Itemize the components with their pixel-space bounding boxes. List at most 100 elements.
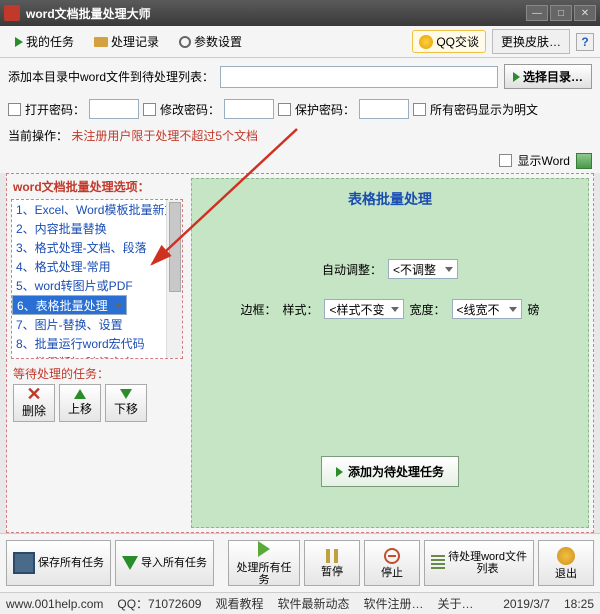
x-icon: ✕ — [26, 387, 41, 401]
plain-pw-checkbox[interactable] — [413, 103, 426, 116]
close-button[interactable]: ✕ — [574, 5, 596, 21]
current-op-row: 当前操作： 未注册用户限于处理不超过5个文档 — [0, 123, 600, 148]
import-all-button[interactable]: 导入所有任务 — [115, 540, 214, 586]
status-time: 18:25 — [564, 597, 594, 611]
my-tasks-label: 我的任务 — [26, 33, 74, 50]
stop-button[interactable]: 停止 — [364, 540, 420, 586]
down-label: 下移 — [114, 400, 138, 417]
style-label: 样式： — [282, 301, 318, 318]
exit-icon — [557, 547, 575, 565]
up-label: 上移 — [68, 400, 92, 417]
modify-pw-label: 修改密码： — [160, 101, 220, 118]
pause-button[interactable]: 暂停 — [304, 540, 360, 586]
open-pw-checkbox[interactable] — [8, 103, 21, 116]
options-scrollbar[interactable] — [166, 200, 182, 358]
status-news[interactable]: 软件最新动态 — [277, 595, 349, 612]
options-list: 1、Excel、Word模板批量新文件2、内容批量替换3、格式处理-文档、段落4… — [11, 199, 183, 359]
titlebar: word文档批量处理大师 — □ ✕ — [0, 0, 600, 26]
option-item-3[interactable]: 3、格式处理-文档、段落 — [12, 238, 182, 257]
history-button[interactable]: 处理记录 — [85, 29, 168, 54]
pending-header: 等待处理的任务： — [7, 359, 187, 384]
show-word-label: 显示Word — [518, 152, 570, 169]
history-label: 处理记录 — [111, 33, 159, 50]
select-dir-label: 选择目录… — [523, 68, 583, 85]
auto-adjust-select[interactable]: <不调整 — [388, 259, 458, 279]
border-label: 边框： — [240, 301, 276, 318]
auto-adjust-label: 自动调整： — [322, 261, 382, 278]
exit-button[interactable]: 退出 — [538, 540, 594, 586]
toolbar: 我的任务 处理记录 参数设置 QQ交谈 更换皮肤… ? — [0, 26, 600, 58]
my-tasks-button[interactable]: 我的任务 — [6, 29, 83, 54]
panel-title: 表格批量处理 — [348, 189, 432, 209]
directory-input[interactable] — [220, 66, 498, 88]
option-item-6[interactable]: 6、表格批量处理 — [12, 295, 127, 315]
app-title: word文档批量处理大师 — [26, 5, 526, 22]
save-all-label: 保存所有任务 — [38, 557, 104, 569]
folder-icon — [94, 37, 108, 47]
option-item-4[interactable]: 4、格式处理-常用 — [12, 257, 182, 276]
save-icon — [13, 552, 35, 574]
unit-label: 磅 — [528, 301, 540, 318]
minimize-button[interactable]: — — [526, 5, 548, 21]
settings-button[interactable]: 参数设置 — [170, 29, 251, 54]
status-about[interactable]: 关于… — [438, 595, 474, 612]
open-pw-label: 打开密码： — [25, 101, 85, 118]
help-button[interactable]: ? — [576, 33, 594, 51]
add-task-button[interactable]: 添加为待处理任务 — [321, 456, 459, 487]
main-area: word文档批量处理选项： 1、Excel、Word模板批量新文件2、内容批量替… — [6, 173, 594, 533]
maximize-button[interactable]: □ — [550, 5, 572, 21]
open-pw-input[interactable] — [89, 99, 139, 119]
password-row: 打开密码： 修改密码： 保护密码： 所有密码显示为明文 — [0, 95, 600, 123]
delete-label: 删除 — [22, 402, 46, 419]
width-select[interactable]: <线宽不 — [452, 299, 522, 319]
delete-button[interactable]: ✕ 删除 — [13, 384, 55, 422]
dir-label: 添加本目录中word文件到待处理列表： — [8, 68, 214, 85]
qq-chat-button[interactable]: QQ交谈 — [412, 30, 486, 53]
save-all-button[interactable]: 保存所有任务 — [6, 540, 111, 586]
process-all-label: 处理所有任务 — [235, 562, 293, 586]
pause-label: 暂停 — [321, 566, 343, 578]
option-item-1[interactable]: 1、Excel、Word模板批量新文件 — [12, 200, 182, 219]
show-word-checkbox[interactable] — [499, 154, 512, 167]
exit-label: 退出 — [555, 568, 577, 580]
option-item-5[interactable]: 5、word转图片或PDF — [12, 276, 182, 295]
scrollbar-thumb[interactable] — [169, 202, 181, 292]
current-op-msg: 未注册用户限于处理不超过5个文档 — [71, 129, 258, 143]
left-column: word文档批量处理选项： 1、Excel、Word模板批量新文件2、内容批量替… — [7, 174, 187, 532]
protect-pw-input[interactable] — [359, 99, 409, 119]
list-icon — [431, 555, 445, 571]
status-register[interactable]: 软件注册… — [363, 595, 423, 612]
gear-icon — [179, 36, 191, 48]
skin-button[interactable]: 更换皮肤… — [492, 29, 570, 54]
style-select[interactable]: <样式不变 — [324, 299, 403, 319]
disk-icon[interactable] — [576, 153, 592, 169]
modify-pw-checkbox[interactable] — [143, 103, 156, 116]
move-up-button[interactable]: 上移 — [59, 384, 101, 422]
pending-list-button[interactable]: 待处理word文件列表 — [424, 540, 534, 586]
statusbar: www.001help.com QQ：71072609 观看教程 软件最新动态 … — [0, 592, 600, 614]
option-item-8[interactable]: 8、批量运行word宏代码 — [12, 334, 182, 353]
option-item-9[interactable]: 9、批量版权/随机文字 — [12, 353, 182, 359]
process-all-button[interactable]: 处理所有任务 — [228, 540, 300, 586]
up-icon — [74, 389, 86, 399]
select-directory-button[interactable]: 选择目录… — [504, 64, 592, 89]
status-url[interactable]: www.001help.com — [6, 597, 103, 611]
protect-pw-checkbox[interactable] — [278, 103, 291, 116]
current-op-prefix: 当前操作： — [8, 129, 68, 143]
directory-row: 添加本目录中word文件到待处理列表： 选择目录… — [0, 58, 600, 95]
status-qq: QQ：71072609 — [117, 595, 201, 612]
import-all-label: 导入所有任务 — [141, 557, 207, 569]
status-tutorial[interactable]: 观看教程 — [215, 595, 263, 612]
show-word-row: 显示Word — [0, 148, 600, 173]
down-icon — [120, 389, 132, 399]
app-icon — [4, 5, 20, 21]
stop-label: 停止 — [381, 567, 403, 579]
qq-icon — [419, 35, 433, 49]
move-down-button[interactable]: 下移 — [105, 384, 147, 422]
option-item-7[interactable]: 7、图片-替换、设置 — [12, 315, 182, 334]
play-icon — [15, 37, 23, 47]
modify-pw-input[interactable] — [224, 99, 274, 119]
bottom-bar: 保存所有任务 导入所有任务 处理所有任务 暂停 停止 待处理word文件列表 退… — [0, 533, 600, 592]
arrow-right-icon — [513, 72, 520, 82]
option-item-2[interactable]: 2、内容批量替换 — [12, 219, 182, 238]
